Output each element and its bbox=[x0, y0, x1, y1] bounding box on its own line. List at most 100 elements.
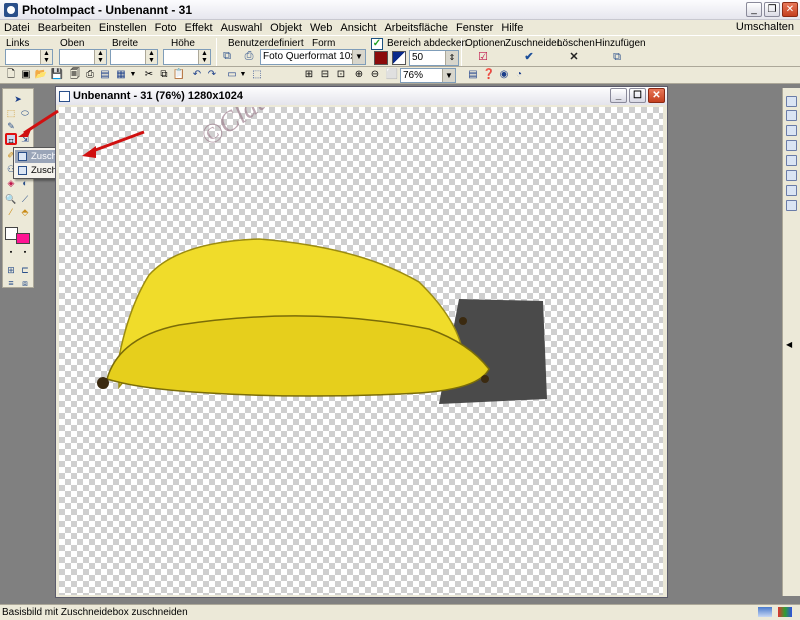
opacity-arrows[interactable]: ⇕ bbox=[445, 51, 458, 65]
cut-icon[interactable]: ✂ bbox=[142, 68, 156, 82]
panel-gallery-icon[interactable] bbox=[786, 155, 797, 166]
resize-icon[interactable]: ⬚ bbox=[250, 68, 264, 82]
title-bar: PhotoImpact - Unbenannt - 31 _ ❐ ✕ bbox=[0, 0, 800, 20]
panel-icon[interactable]: ▤ bbox=[466, 68, 480, 82]
copy-icon[interactable]: ⧉ bbox=[157, 68, 171, 82]
app-icon[interactable] bbox=[4, 2, 18, 17]
guide-icon[interactable]: ⊡ bbox=[334, 68, 348, 82]
pick-tool-icon[interactable]: ➤ bbox=[12, 93, 24, 105]
document-minimize-button[interactable]: _ bbox=[610, 88, 627, 103]
menu-datei[interactable]: Datei bbox=[0, 22, 34, 34]
menu-bearbeiten[interactable]: Bearbeiten bbox=[34, 22, 95, 34]
screen-dropdown-icon[interactable]: ▼ bbox=[236, 68, 250, 82]
bereich-checkbox[interactable]: ✓ bbox=[371, 38, 383, 50]
menu-foto[interactable]: Foto bbox=[151, 22, 181, 34]
links-input[interactable]: ▲ ▼ bbox=[5, 49, 53, 65]
oben-spinner[interactable]: ▲ ▼ bbox=[94, 50, 106, 64]
paste-icon[interactable]: 📋 bbox=[172, 68, 186, 82]
ruler-icon[interactable]: ⊟ bbox=[318, 68, 332, 82]
hoehe-input[interactable]: ▲ ▼ bbox=[163, 49, 211, 65]
wand-tool-icon[interactable]: ✎ bbox=[5, 120, 17, 132]
oben-input[interactable]: ▲ ▼ bbox=[59, 49, 107, 65]
delete-icon[interactable]: ✕ bbox=[567, 51, 581, 63]
close-button[interactable]: ✕ bbox=[782, 2, 798, 17]
grid-view-icon[interactable]: ⊞ bbox=[5, 264, 17, 276]
status-color-icon[interactable] bbox=[778, 607, 792, 617]
menu-ansicht[interactable]: Ansicht bbox=[336, 22, 380, 34]
panel-expand-icon[interactable]: ◀ bbox=[786, 340, 792, 349]
breite-input[interactable]: ▲ ▼ bbox=[110, 49, 158, 65]
menu-einstellen[interactable]: Einstellen bbox=[95, 22, 151, 34]
lines-view-icon[interactable]: ≡ bbox=[5, 277, 17, 289]
new-file-icon[interactable]: 🗋 bbox=[4, 68, 18, 82]
status-info-icon[interactable] bbox=[758, 607, 772, 617]
layers-view-icon[interactable]: ⧈ bbox=[19, 277, 31, 289]
apply-crop-icon[interactable]: ✔ bbox=[522, 51, 536, 63]
menu-effekt[interactable]: Effekt bbox=[181, 22, 217, 34]
image-canvas[interactable]: ©Claudia bbox=[59, 107, 663, 595]
print-icon[interactable]: ⎙ bbox=[83, 68, 97, 82]
menu-fenster[interactable]: Fenster bbox=[452, 22, 497, 34]
menu-hilfe[interactable]: Hilfe bbox=[497, 22, 527, 34]
panel-layer-icon[interactable] bbox=[786, 96, 797, 107]
background-color-swatch[interactable] bbox=[16, 233, 30, 244]
eyedropper-tool-icon[interactable]: ⟋ bbox=[19, 193, 31, 205]
chevron-down-icon[interactable]: ▼ bbox=[352, 50, 365, 64]
menu-web[interactable]: Web bbox=[306, 22, 336, 34]
panel-quick-icon[interactable] bbox=[786, 125, 797, 136]
open-folder-icon[interactable]: 📂 bbox=[34, 68, 48, 82]
swap-colors-icon[interactable]: ▪ bbox=[5, 247, 17, 259]
zuschneiden-label: Zuschneiden bbox=[505, 38, 563, 49]
text-tool-icon[interactable]: ⁄ bbox=[5, 206, 17, 218]
print-preset-icon[interactable]: ⎙ bbox=[242, 50, 256, 62]
mask-color-swatch[interactable] bbox=[374, 51, 388, 65]
default-colors-icon[interactable]: ▪ bbox=[19, 247, 31, 259]
new-image-icon[interactable]: ▣ bbox=[19, 68, 33, 82]
zoom-fit-icon[interactable]: ⊕ bbox=[352, 68, 366, 82]
minimize-button[interactable]: _ bbox=[746, 2, 762, 17]
save-icon[interactable]: 💾 bbox=[50, 68, 64, 82]
panel-easy-icon[interactable] bbox=[786, 140, 797, 151]
panel-object-icon[interactable] bbox=[786, 110, 797, 121]
redo-icon[interactable]: ↷ bbox=[205, 68, 219, 82]
breite-spinner[interactable]: ▲ ▼ bbox=[145, 50, 157, 64]
help-icon[interactable]: ❓ bbox=[482, 68, 496, 82]
preset-icon[interactable]: ⧉ bbox=[220, 50, 234, 62]
lasso-tool-icon[interactable]: ⬭ bbox=[19, 107, 31, 119]
transform-tool-icon[interactable]: ⇲ bbox=[19, 133, 31, 145]
menu-umschalten[interactable]: Umschalten bbox=[736, 21, 794, 33]
opacity-spinner[interactable]: 50 ⇕ bbox=[409, 50, 459, 66]
zoom-tool-icon[interactable]: 🔍 bbox=[5, 193, 17, 205]
grid-icon[interactable]: ⊞ bbox=[302, 68, 316, 82]
frame-view-icon[interactable]: ⊏ bbox=[19, 264, 31, 276]
path-tool-icon[interactable]: ⬘ bbox=[19, 206, 31, 218]
panel-document-icon[interactable] bbox=[786, 185, 797, 196]
full-screen-icon[interactable]: ⬜ bbox=[385, 68, 399, 82]
chevron-down-icon[interactable]: ▼ bbox=[442, 69, 455, 82]
panel-web-icon[interactable] bbox=[786, 200, 797, 211]
scan-icon[interactable]: ▤ bbox=[98, 68, 112, 82]
panel-history-icon[interactable] bbox=[786, 170, 797, 181]
options-checkbox-icon[interactable]: ☑ bbox=[476, 51, 490, 63]
print-preview-icon[interactable]: 🗐 bbox=[68, 68, 82, 82]
undo-icon[interactable]: ↶ bbox=[190, 68, 204, 82]
hoehe-spinner[interactable]: ▲ ▼ bbox=[198, 50, 210, 64]
menu-arbeitsflaeche[interactable]: Arbeitsfläche bbox=[380, 22, 452, 34]
maximize-button[interactable]: ❐ bbox=[764, 2, 780, 17]
zoom-icon[interactable]: ⊖ bbox=[368, 68, 382, 82]
document-close-button[interactable]: ✕ bbox=[648, 88, 665, 103]
media-icon[interactable]: ◔ bbox=[512, 68, 526, 82]
crop-tool-icon[interactable]: ⌗ bbox=[5, 133, 17, 146]
mask-mode-swatch[interactable] bbox=[392, 51, 406, 65]
add-preset-icon[interactable]: ⧉ bbox=[610, 51, 624, 63]
acquire-dropdown-icon[interactable]: ▼ bbox=[126, 68, 140, 82]
web-icon[interactable]: ◉ bbox=[497, 68, 511, 82]
document-maximize-button[interactable]: ☐ bbox=[629, 88, 646, 103]
form-select[interactable]: Foto Querformat 10x15 c ▼ bbox=[260, 49, 366, 65]
menu-objekt[interactable]: Objekt bbox=[266, 22, 306, 34]
links-spinner[interactable]: ▲ ▼ bbox=[40, 50, 52, 64]
zoom-select[interactable]: 76% ▼ bbox=[400, 68, 456, 83]
menu-auswahl[interactable]: Auswahl bbox=[217, 22, 267, 34]
selection-tool-icon[interactable]: ⬚ bbox=[5, 107, 17, 119]
attribute-toolbar: Links ▲ ▼ Oben ▲ ▼ Breite ▲ ▼ Höhe ▲ ▼ Benut… bbox=[0, 35, 800, 67]
